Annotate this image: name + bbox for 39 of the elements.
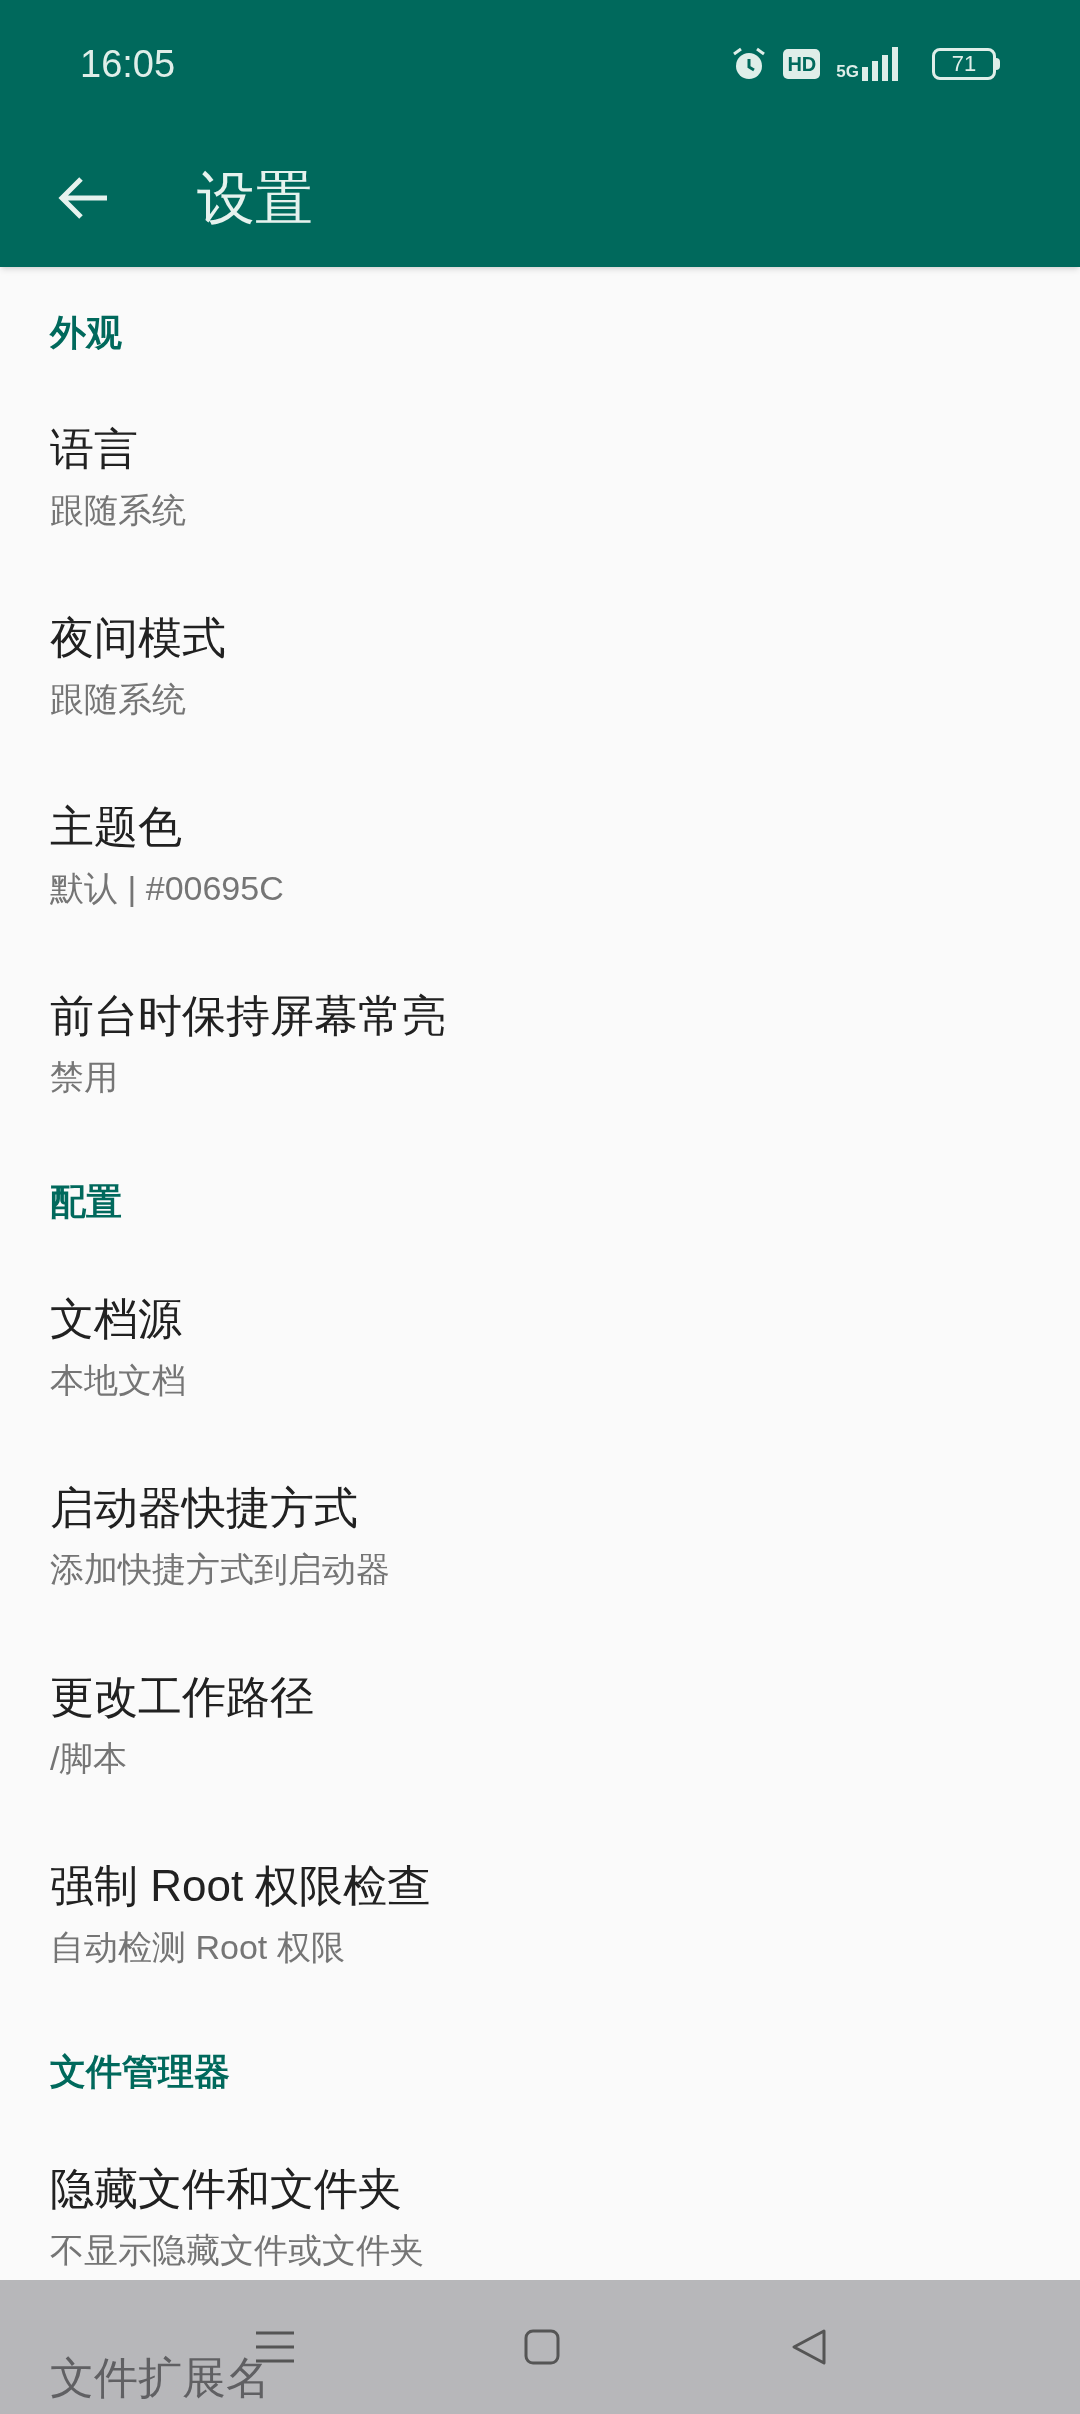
item-title: 语言 bbox=[50, 423, 138, 475]
item-summary: 不显示隐藏文件或文件夹 bbox=[50, 2230, 424, 2271]
item-summary: 默认 | #00695C bbox=[50, 868, 284, 909]
settings-item[interactable]: 主题色 默认 | #00695C bbox=[0, 778, 1080, 967]
item-title: 强制 Root 权限检查 bbox=[50, 1860, 432, 1912]
section-header: 文件管理器 bbox=[50, 2051, 230, 2092]
settings-item[interactable]: 文档源 本地文档 bbox=[0, 1270, 1080, 1459]
back-arrow-icon bbox=[57, 174, 109, 221]
settings-item[interactable]: 夜间模式 跟随系统 bbox=[0, 589, 1080, 778]
hd-badge: HD bbox=[783, 49, 821, 79]
status-time: 16:05 bbox=[80, 41, 176, 87]
item-summary: /脚本 bbox=[50, 1738, 128, 1779]
item-summary: 禁用 bbox=[50, 1057, 118, 1098]
item-title: 夜间模式 bbox=[50, 612, 226, 664]
item-title: 文件扩展名 bbox=[50, 2352, 270, 2404]
item-title: 文档源 bbox=[50, 1293, 182, 1345]
back-icon[interactable] bbox=[791, 2328, 827, 2366]
item-title: 更改工作路径 bbox=[50, 1671, 314, 1723]
item-summary: 添加快捷方式到启动器 bbox=[50, 1549, 390, 1590]
settings-item[interactable]: 更改工作路径 /脚本 bbox=[0, 1648, 1080, 1837]
settings-item[interactable]: 启动器快捷方式 添加快捷方式到启动器 bbox=[0, 1459, 1080, 1648]
item-title: 主题色 bbox=[50, 801, 182, 853]
screen-title: 设置 bbox=[197, 164, 313, 232]
item-summary: 跟随系统 bbox=[50, 679, 186, 720]
item-title: 前台时保持屏幕常亮 bbox=[50, 990, 446, 1042]
home-icon[interactable] bbox=[524, 2329, 560, 2365]
battery-level: 71 bbox=[951, 53, 977, 75]
item-summary: 自动检测 Root 权限 bbox=[50, 1927, 345, 1968]
network-label: 5G bbox=[836, 63, 859, 81]
item-summary: 本地文档 bbox=[50, 1360, 186, 1401]
section-header: 配置 bbox=[50, 1181, 122, 1222]
item-title: 启动器快捷方式 bbox=[50, 1482, 358, 1534]
settings-item[interactable]: 语言 跟随系统 bbox=[0, 400, 1080, 589]
section-header: 外观 bbox=[50, 312, 122, 353]
settings-item[interactable]: 前台时保持屏幕常亮 禁用 bbox=[0, 967, 1080, 1156]
settings-item[interactable]: 强制 Root 权限检查 自动检测 Root 权限 bbox=[0, 1837, 1080, 2026]
item-title: 隐藏文件和文件夹 bbox=[50, 2163, 402, 2215]
item-summary: 跟随系统 bbox=[50, 490, 186, 531]
settings-item[interactable]: 隐藏文件和文件夹 不显示隐藏文件或文件夹 bbox=[0, 2140, 1080, 2329]
